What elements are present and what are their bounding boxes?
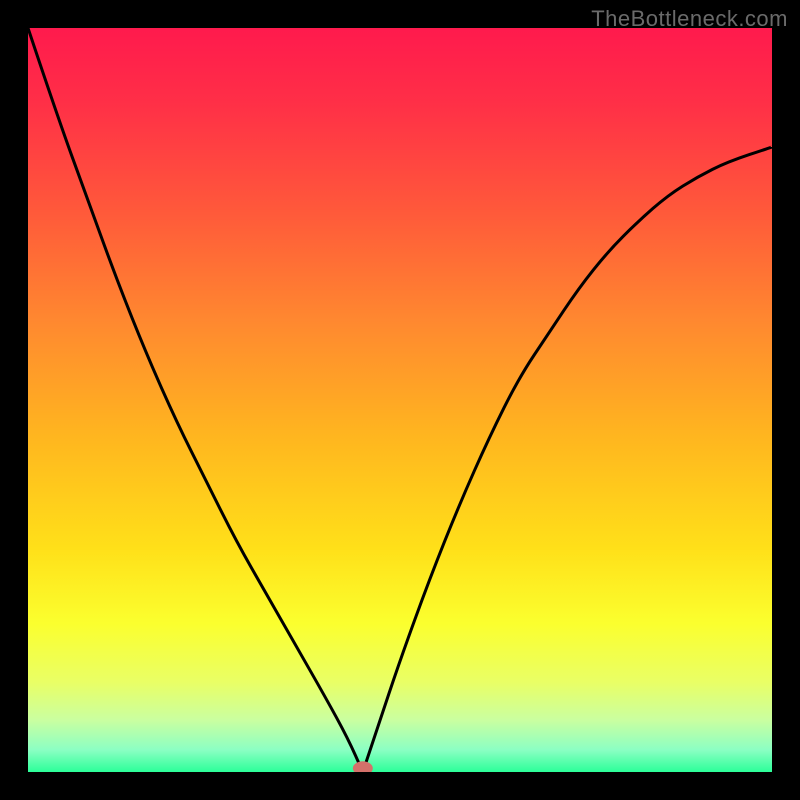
chart-container: TheBottleneck.com [0,0,800,800]
plot-area [28,28,772,772]
chart-svg [28,28,772,772]
watermark-text: TheBottleneck.com [591,6,788,32]
